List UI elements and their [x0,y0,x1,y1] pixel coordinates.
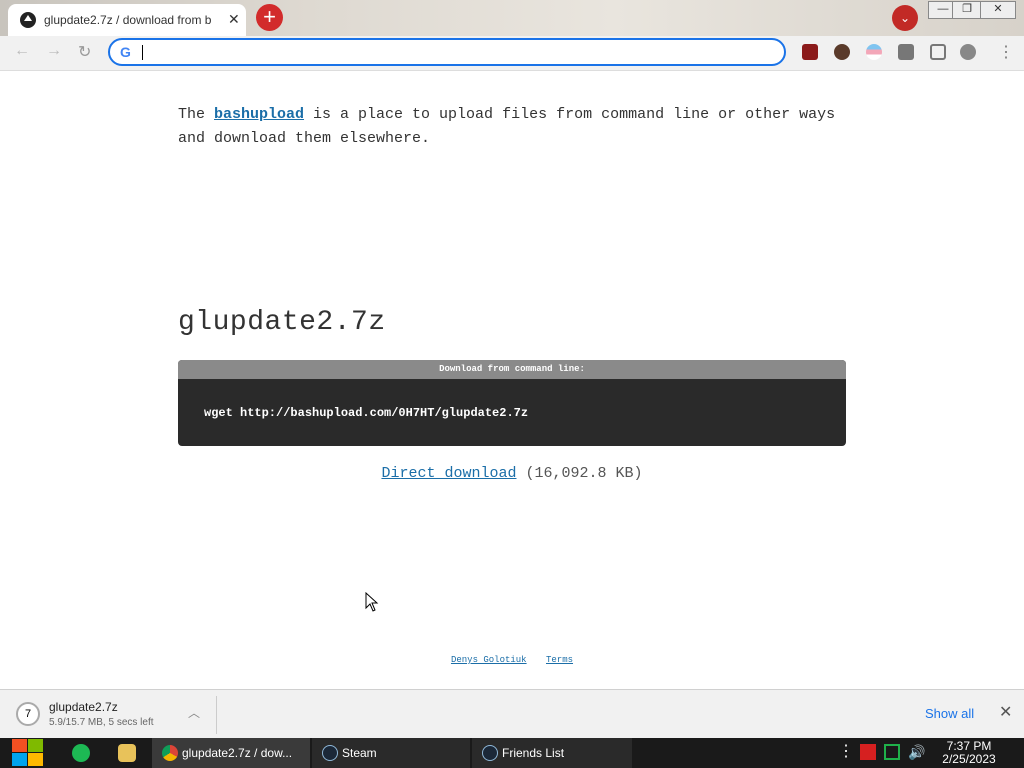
file-size: (16,092.8 KB) [525,465,643,482]
address-bar[interactable]: G [108,38,786,66]
download-item-icon[interactable]: 7 [16,702,40,726]
volume-icon[interactable]: 🔊 [908,744,925,760]
windows-logo-part [28,739,43,752]
windows-logo-part [28,753,43,766]
browser-title-bar: glupdate2.7z / download from b ✕ + ⌄ — ❐… [0,0,1024,36]
network-icon[interactable] [884,744,900,760]
footer-link-author[interactable]: Denys Golotiuk [451,655,527,665]
tab-search-dropdown-button[interactable]: ⌄ [892,5,918,31]
taskbar-item-steam[interactable]: Steam [312,738,470,768]
close-window-button[interactable]: ✕ [980,1,1016,19]
reload-icon[interactable]: ↻ [78,42,91,62]
taskbar-item-label: glupdate2.7z / dow... [182,746,293,760]
text-caret [142,45,143,60]
close-download-bar-icon[interactable]: ✕ [999,702,1012,722]
ublock-origin-icon[interactable] [802,44,818,60]
clock-date: 2/25/2023 [942,752,996,766]
menu-kebab-icon[interactable]: ⋮ [998,42,1014,62]
taskbar-item-label: Steam [342,746,377,760]
intro-paragraph: The bashupload is a place to upload file… [178,103,858,151]
tab-title: glupdate2.7z / download from b [44,13,212,27]
windows-logo-part [12,753,27,766]
divider [216,696,217,734]
command-line-header: Download from command line: [178,360,846,379]
page-footer: Denys Golotiuk Terms [0,655,1024,665]
intro-prefix: The [178,106,215,123]
page-content: The bashupload is a place to upload file… [0,71,1024,689]
windows-logo-icon [12,739,27,752]
browser-tab-active[interactable]: glupdate2.7z / download from b ✕ [8,4,246,36]
system-clock[interactable]: 7:37 PM 2/25/2023 [930,740,1008,766]
forward-arrow-icon[interactable]: → [46,42,62,60]
action-center-flag-icon[interactable] [860,744,876,760]
windows-taskbar: glupdate2.7z / dow... Steam Friends List… [0,738,1024,768]
bashupload-link[interactable]: bashupload [214,106,304,123]
chrome-icon [162,745,178,761]
extensions-puzzle-icon[interactable] [898,44,914,60]
tab-close-icon[interactable]: ✕ [228,11,240,28]
file-name-heading: glupdate2.7z [178,307,386,338]
chevron-up-icon[interactable]: ︿ [188,704,200,721]
direct-download-line: Direct download (16,092.8 KB) [0,465,1024,482]
spotify-icon[interactable] [72,744,90,762]
taskbar-item-label: Friends List [502,746,565,760]
back-arrow-icon[interactable]: ← [14,42,30,60]
extension-avatar-icon[interactable] [834,44,850,60]
download-status: 5.9/15.7 MB, 5 secs left [49,717,154,728]
start-button[interactable] [10,738,44,768]
profile-avatar-icon[interactable] [960,44,976,60]
new-tab-button[interactable]: + [256,4,283,31]
google-icon: G [120,44,131,60]
show-all-button[interactable]: Show all [925,706,974,721]
browser-toolbar: ← → ↻ G ⋮ [0,36,1024,71]
tray-overflow-icon[interactable]: ⋮ [838,744,854,760]
restore-button[interactable]: ❐ [952,1,982,19]
wget-command[interactable]: wget http://bashupload.com/0H7HT/glupdat… [204,406,528,420]
upload-cloud-icon [20,12,36,28]
file-explorer-icon[interactable] [118,744,136,762]
extension-flag-icon[interactable] [866,44,882,60]
download-shelf: 7 glupdate2.7z 5.9/15.7 MB, 5 secs left … [0,689,1024,739]
download-file-name[interactable]: glupdate2.7z [49,700,118,714]
taskbar-item-chrome[interactable]: glupdate2.7z / dow... [152,738,310,768]
command-line-box: Download from command line: wget http://… [178,360,846,446]
taskbar-item-friends-list[interactable]: Friends List [472,738,632,768]
steam-icon [322,745,338,761]
steam-icon [482,745,498,761]
direct-download-link[interactable]: Direct download [381,465,516,482]
side-panel-icon[interactable] [930,44,946,60]
footer-link-terms[interactable]: Terms [546,655,573,665]
mouse-cursor-icon [365,592,379,612]
